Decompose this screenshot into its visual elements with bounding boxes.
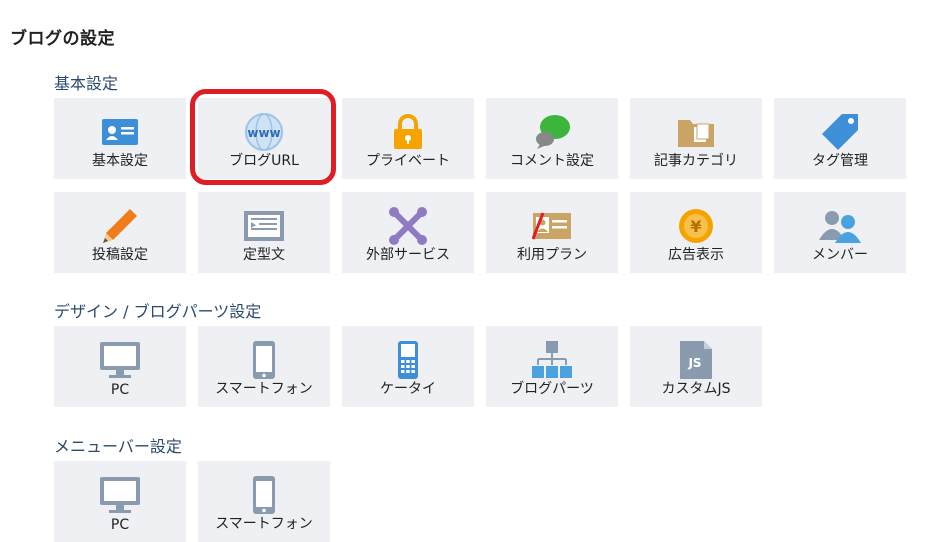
svg-text:¥: ¥ — [690, 217, 701, 236]
tag-icon — [820, 112, 860, 152]
tile-label: ケータイ — [380, 381, 436, 397]
tile-menubar-pc[interactable]: PC — [54, 461, 186, 542]
page-title: ブログの設定 — [10, 29, 115, 49]
tile-usage-plan[interactable]: 利用プラン — [486, 192, 618, 273]
tile-private[interactable]: プライベート — [342, 98, 474, 179]
tile-ad-display[interactable]: ¥ 広告表示 — [630, 192, 762, 273]
tile-comment-settings[interactable]: コメント設定 — [486, 98, 618, 179]
tile-blog-parts[interactable]: ブログパーツ — [486, 326, 618, 407]
tile-label: 広告表示 — [668, 247, 724, 263]
padlock-icon — [391, 112, 425, 152]
tile-label: 投稿設定 — [92, 247, 148, 263]
tile-label: コメント設定 — [510, 153, 594, 169]
tile-design-pc[interactable]: PC — [54, 326, 186, 407]
svg-text:www: www — [247, 126, 280, 140]
tile-label: 外部サービス — [366, 247, 450, 263]
tile-label: 定型文 — [243, 247, 285, 263]
tile-label: 記事カテゴリ — [654, 153, 738, 169]
blog-parts-icon — [531, 340, 573, 380]
yen-coin-icon: ¥ — [677, 206, 715, 246]
tile-label: プライベート — [366, 153, 450, 169]
tile-menubar-smartphone[interactable]: スマートフォン — [198, 461, 330, 542]
speech-bubble-icon — [532, 112, 572, 152]
tile-label: スマートフォン — [215, 381, 313, 397]
tile-label: 基本設定 — [92, 153, 148, 169]
section-title-design: デザイン / ブログパーツ設定 — [54, 302, 262, 321]
smartphone-icon — [252, 340, 276, 380]
tile-tag-management[interactable]: タグ管理 — [774, 98, 906, 179]
tile-template-text[interactable]: 定型文 — [198, 192, 330, 273]
section-title-menubar: メニューバー設定 — [54, 437, 182, 456]
members-icon — [818, 206, 862, 246]
tile-label: タグ管理 — [812, 153, 868, 169]
www-globe-icon: www — [244, 112, 284, 152]
template-icon — [243, 206, 285, 246]
section-title-basic: 基本設定 — [54, 74, 119, 93]
monitor-icon — [99, 475, 141, 515]
tile-label: PC — [110, 517, 130, 533]
tile-label: 利用プラン — [517, 247, 587, 263]
tile-label: カスタムJS — [661, 381, 731, 397]
joomla-icon — [388, 206, 428, 246]
smartphone-icon — [252, 475, 276, 515]
tile-blog-url[interactable]: www ブログURL — [198, 98, 330, 179]
tile-design-smartphone[interactable]: スマートフォン — [198, 326, 330, 407]
folder-icon — [677, 112, 715, 152]
monitor-icon — [99, 340, 141, 380]
tile-label: メンバー — [812, 247, 868, 263]
tile-label: ブログURL — [229, 153, 299, 169]
tile-custom-js[interactable]: JS カスタムJS — [630, 326, 762, 407]
plan-card-icon — [532, 206, 572, 246]
tile-design-feature-phone[interactable]: ケータイ — [342, 326, 474, 407]
feature-phone-icon — [397, 340, 419, 380]
tile-members[interactable]: メンバー — [774, 192, 906, 273]
js-file-icon: JS — [679, 340, 713, 380]
tile-post-settings[interactable]: 投稿設定 — [54, 192, 186, 273]
pencil-icon — [100, 206, 140, 246]
tile-label: PC — [110, 382, 130, 398]
tile-label: スマートフォン — [215, 516, 313, 532]
tile-basic-settings[interactable]: 基本設定 — [54, 98, 186, 179]
tile-article-category[interactable]: 記事カテゴリ — [630, 98, 762, 179]
svg-text:JS: JS — [687, 356, 701, 370]
tile-label: ブログパーツ — [510, 381, 594, 397]
profile-card-icon — [101, 112, 139, 152]
tile-external-service[interactable]: 外部サービス — [342, 192, 474, 273]
